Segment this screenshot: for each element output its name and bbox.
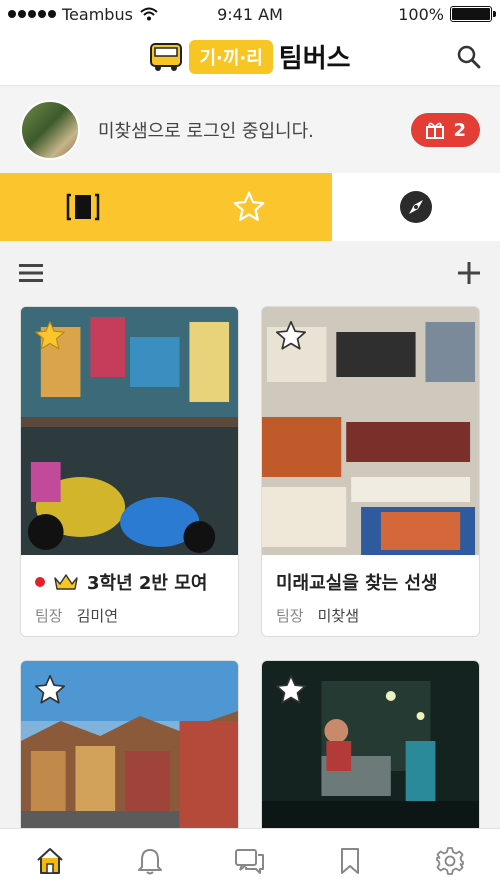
team-card[interactable]	[20, 660, 239, 840]
leader-label: 팀장	[35, 607, 63, 625]
gift-icon	[426, 122, 445, 139]
star-filled-icon[interactable]	[33, 319, 67, 353]
hamburger-icon[interactable]	[18, 262, 44, 284]
tab-bar	[0, 173, 500, 241]
star-outline-icon[interactable]	[274, 673, 308, 707]
gift-count: 2	[453, 119, 466, 141]
plus-icon[interactable]	[456, 260, 482, 286]
signal-icon	[8, 10, 56, 18]
avatar[interactable]	[20, 100, 80, 160]
battery-icon	[450, 6, 496, 22]
leader-name: 미찾샘	[317, 607, 360, 625]
carrier-name: Teambus	[62, 4, 133, 24]
board-icon	[66, 193, 100, 221]
card-meta: 팀장 김미연	[35, 605, 118, 626]
star-outline-icon[interactable]	[274, 319, 308, 353]
bottom-nav	[0, 828, 500, 892]
card-title: 미래교실을 찾는 선생	[276, 569, 438, 595]
status-right: 100%	[398, 4, 496, 24]
star-outline-icon	[233, 191, 265, 221]
crown-icon	[54, 574, 78, 590]
wifi-icon	[140, 7, 158, 21]
login-message: 미찾샘으로 로그인 중입니다.	[98, 121, 314, 142]
bell-icon	[138, 848, 162, 874]
chat-icon	[235, 848, 264, 874]
tab-explore[interactable]	[332, 173, 500, 241]
new-dot	[35, 577, 45, 587]
team-card[interactable]: 미래교실을 찾는 선생 팀장 미찾샘	[261, 306, 480, 637]
status-left: Teambus	[8, 5, 159, 24]
tab-favorites[interactable]	[166, 173, 332, 241]
battery-percent: 100%	[398, 4, 444, 24]
bookmark-icon	[341, 847, 359, 874]
star-outline-icon[interactable]	[33, 673, 67, 707]
bus-icon	[150, 42, 183, 71]
search-icon[interactable]	[456, 44, 482, 70]
team-card[interactable]	[261, 660, 480, 840]
app-logo[interactable]: 기·끼·리 팀버스	[149, 38, 351, 75]
nav-home[interactable]	[0, 829, 100, 892]
app-header: 기·끼·리 팀버스	[0, 28, 500, 86]
tab-board[interactable]	[0, 173, 166, 241]
card-title-text: 미래교실을 찾는 선생	[276, 573, 438, 594]
gift-button[interactable]: 2	[411, 113, 480, 147]
login-bar: 미찾샘으로 로그인 중입니다. 2	[0, 87, 500, 173]
battery-fill	[452, 8, 490, 20]
home-icon	[37, 847, 63, 874]
nav-chat[interactable]	[200, 829, 300, 892]
leader-name: 김미연	[76, 607, 119, 625]
compass-icon	[400, 191, 432, 223]
leader-label: 팀장	[276, 607, 304, 625]
nav-settings[interactable]	[400, 829, 500, 892]
status-bar: Teambus 9:41 AM 100%	[0, 0, 500, 28]
card-meta: 팀장 미찾샘	[276, 605, 359, 626]
card-title-text: 3학년 2반 모여	[87, 573, 208, 594]
settings-icon	[436, 846, 464, 875]
nav-notifications[interactable]	[100, 829, 200, 892]
logo-text: 팀버스	[278, 44, 351, 74]
nav-bookmarks[interactable]	[300, 829, 400, 892]
card-title: 3학년 2반 모여	[35, 569, 207, 595]
team-card[interactable]: 3학년 2반 모여 팀장 김미연	[20, 306, 239, 637]
list-toolbar	[0, 245, 500, 301]
logo-badge: 기·끼·리	[189, 39, 273, 74]
